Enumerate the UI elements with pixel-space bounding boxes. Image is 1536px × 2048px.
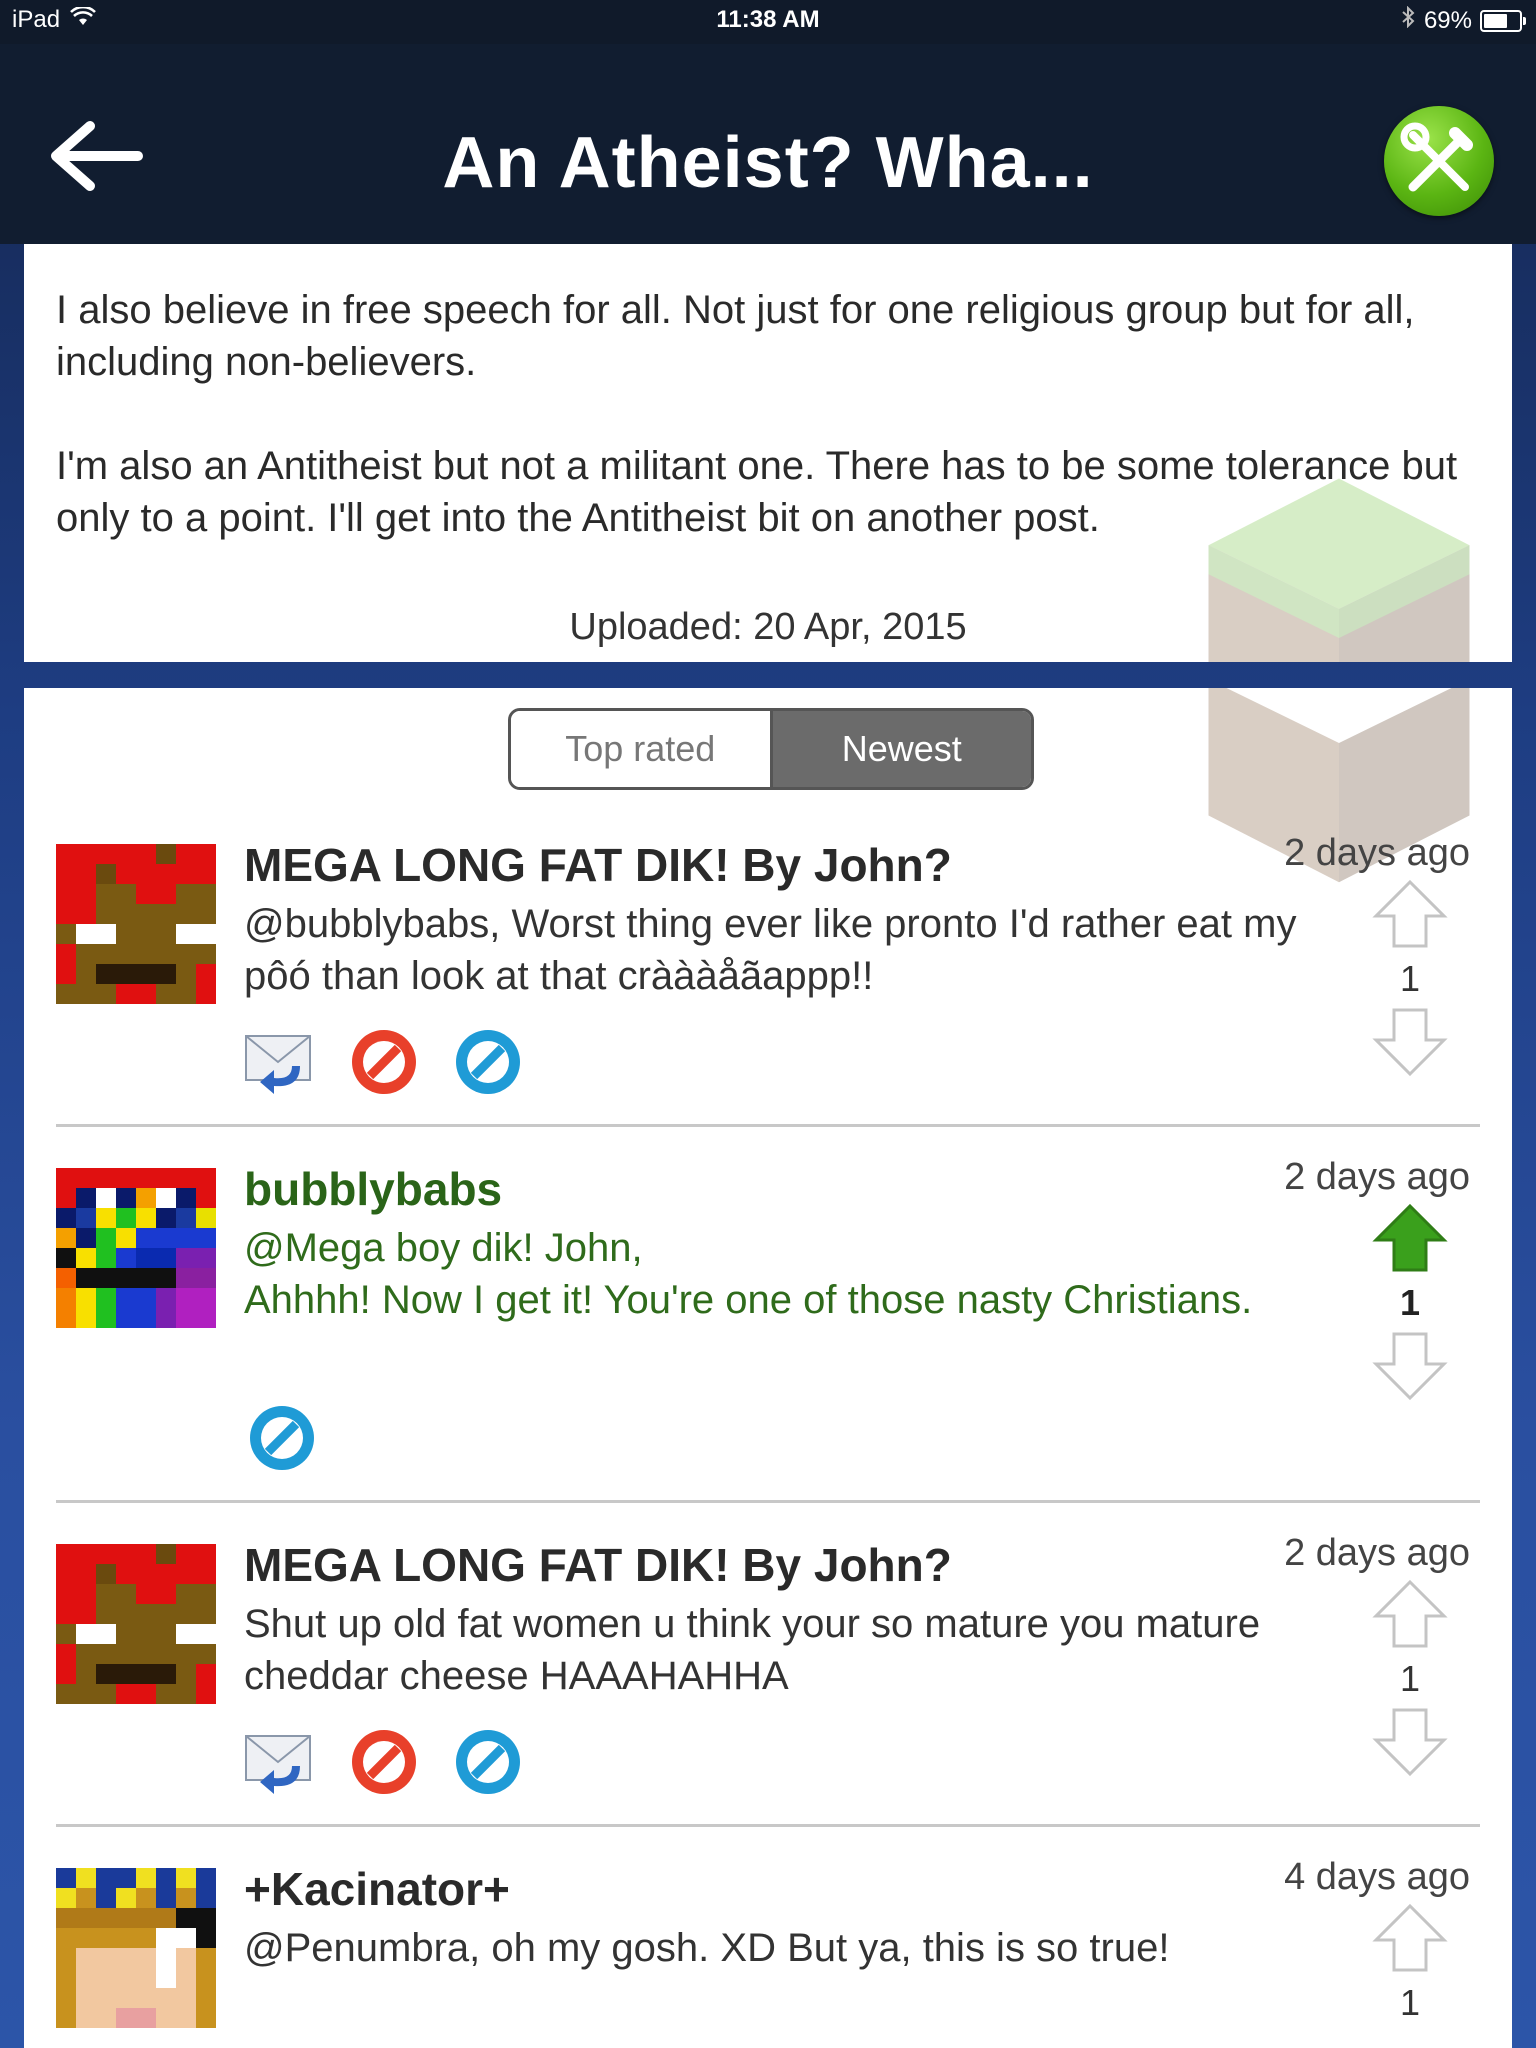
divider (56, 1824, 1480, 1827)
comment-text: Ahhhh! Now I get it! You're one of those… (244, 1278, 1253, 1322)
report-icon[interactable] (348, 1026, 420, 1098)
comment-item: MEGA LONG FAT DIK! By John? 2 days ago @… (24, 832, 1512, 1178)
post-card: I also believe in free speech for all. N… (24, 244, 1512, 662)
post-paragraph: I also believe in free speech for all. N… (56, 288, 1415, 384)
divider (56, 1500, 1480, 1503)
back-button[interactable] (46, 116, 146, 196)
block-icon[interactable] (452, 1726, 524, 1798)
comment-time: 2 days ago (1284, 832, 1470, 874)
comment-time: 2 days ago (1284, 1532, 1470, 1574)
post-paragraph: I'm also an Antitheist but not a militan… (56, 444, 1458, 540)
comment-text: Shut up old fat women u think your so ma… (244, 1602, 1261, 1698)
upvote-arrow-icon[interactable] (1370, 1202, 1450, 1274)
comment-actions (244, 1026, 524, 1098)
upload-date: Uploaded: 20 Apr, 2015 (569, 606, 967, 648)
comment-item: +Kacinator+ 4 days ago @Penumbra, oh my … (24, 1856, 1512, 2048)
vote-score: 1 (1399, 1282, 1421, 1323)
battery-icon (1480, 9, 1526, 32)
back-arrow-icon (51, 121, 143, 191)
avatar[interactable] (56, 1868, 216, 2028)
comment-time: 4 days ago (1284, 1856, 1470, 1898)
page-title: An Atheist? Wha... (442, 123, 1094, 203)
block-icon[interactable] (452, 1026, 524, 1098)
vote-score: 1 (1399, 958, 1421, 999)
comment-author[interactable]: +Kacinator+ (244, 1862, 510, 1916)
comment-item: MEGA LONG FAT DIK! By John? 2 days ago S… (24, 1532, 1512, 1878)
block-icon[interactable] (246, 1402, 318, 1474)
comments-card: Top rated Newest MEGA LONG FAT DIK! By J… (24, 688, 1512, 2048)
comment-text: @bubblybabs, Worst thing ever like pront… (244, 902, 1297, 998)
downvote-arrow-icon[interactable] (1370, 1006, 1450, 1078)
navigation-bar: An Atheist? Wha... (0, 44, 1536, 244)
reply-envelope-icon[interactable] (244, 1726, 316, 1798)
post-body: I also believe in free speech for all. N… (56, 284, 1486, 596)
comment-item: bubblybabs 2 days ago @Mega boy dik! Joh… (24, 1156, 1512, 1502)
upvote-arrow-icon[interactable] (1370, 1902, 1450, 1974)
comment-text: @Mega boy dik! John, (244, 1226, 643, 1270)
bluetooth-icon (1400, 5, 1416, 35)
vote-score: 1 (1399, 1982, 1421, 2023)
tools-button[interactable] (1384, 106, 1494, 216)
vote-score: 1 (1399, 1658, 1421, 1699)
comment-body: @bubblybabs, Worst thing ever like pront… (244, 898, 1334, 1002)
tools-icon (1400, 122, 1473, 192)
avatar[interactable] (56, 1544, 216, 1704)
tab-top-rated[interactable]: Top rated (511, 711, 770, 787)
report-icon[interactable] (348, 1726, 420, 1798)
comment-body: @Mega boy dik! John, Ahhhh! Now I get it… (244, 1222, 1334, 1326)
upvote-arrow-icon[interactable] (1370, 1578, 1450, 1650)
sort-toggle: Top rated Newest (508, 708, 1034, 790)
comment-author[interactable]: MEGA LONG FAT DIK! By John? (244, 838, 952, 892)
comment-actions (244, 1726, 524, 1798)
comment-body: @Penumbra, oh my gosh. XD But ya, this i… (244, 1922, 1334, 1974)
tab-newest[interactable]: Newest (769, 711, 1031, 787)
avatar[interactable] (56, 844, 216, 1004)
comment-text: @Penumbra, oh my gosh. XD But ya, this i… (244, 1926, 1170, 1970)
divider (56, 1124, 1480, 1127)
comment-time: 2 days ago (1284, 1156, 1470, 1198)
comment-author[interactable]: bubblybabs (244, 1162, 502, 1216)
comment-author[interactable]: MEGA LONG FAT DIK! By John? (244, 1538, 952, 1592)
downvote-arrow-icon[interactable] (1370, 1706, 1450, 1778)
clock: 11:38 AM (716, 6, 820, 33)
reply-envelope-icon[interactable] (244, 1026, 316, 1098)
battery-percent: 69% (1423, 6, 1472, 34)
comment-body: Shut up old fat women u think your so ma… (244, 1598, 1334, 1702)
comment-actions (246, 1402, 318, 1474)
avatar[interactable] (56, 1168, 216, 1328)
upvote-arrow-icon[interactable] (1370, 878, 1450, 950)
downvote-arrow-icon[interactable] (1370, 1330, 1450, 1402)
status-bar: iPad 11:38 AM 69% (0, 0, 1536, 44)
